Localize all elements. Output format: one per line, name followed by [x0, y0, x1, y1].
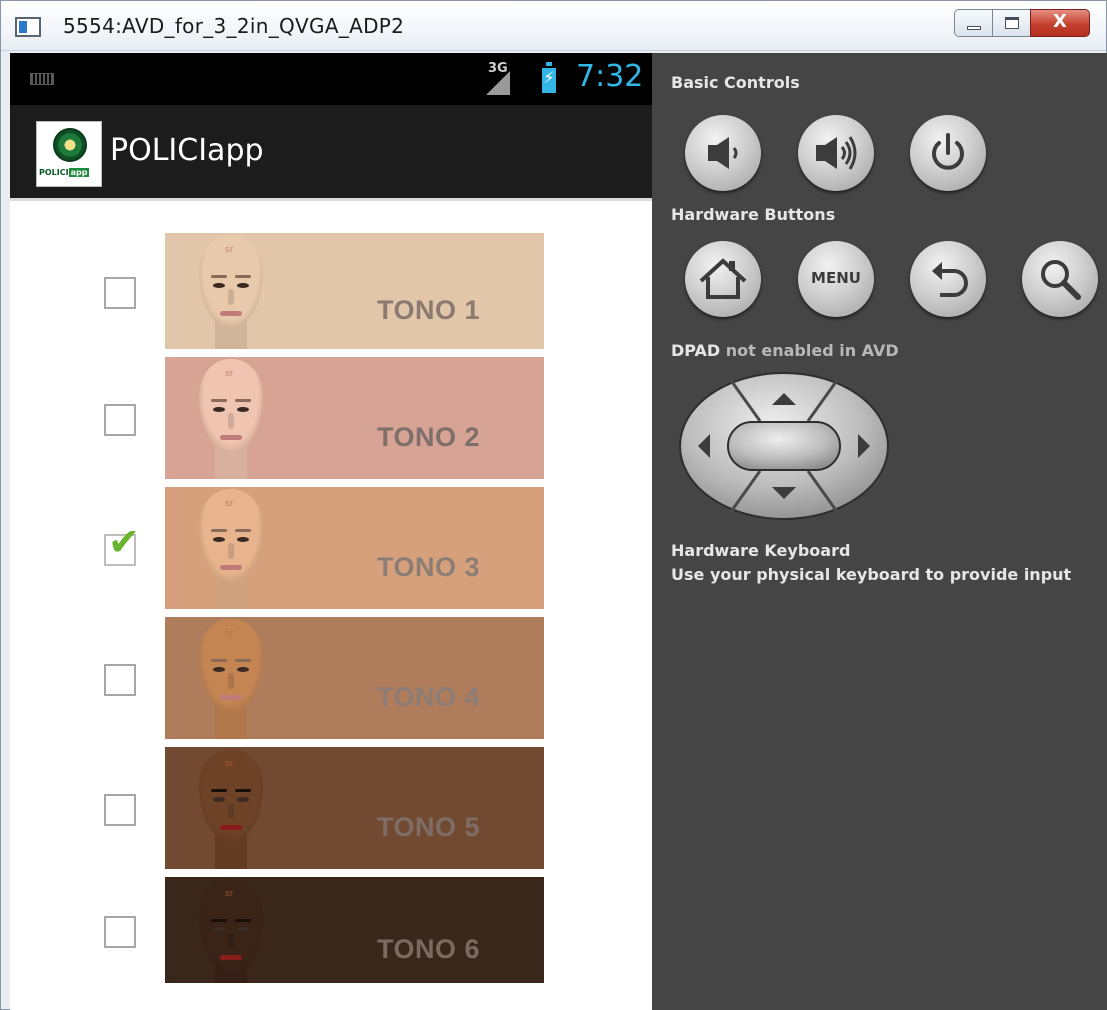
status-bar: 3G ⚡ 7:32: [10, 53, 652, 105]
action-bar: POLICI app POLICIapp: [10, 105, 652, 201]
back-icon: [932, 262, 968, 297]
home-button[interactable]: [685, 241, 761, 317]
app-logo-icon[interactable]: POLICI app: [36, 121, 102, 187]
tone-swatch[interactable]: sr TONO 5: [165, 747, 544, 869]
power-button[interactable]: [910, 115, 986, 191]
tone-row[interactable]: sr TONO 5: [10, 747, 652, 869]
window-app-icon: [15, 17, 41, 37]
window-buttons: X: [954, 9, 1090, 39]
tone-label: TONO 1: [377, 295, 481, 325]
tone-checkbox[interactable]: ✔: [104, 522, 140, 566]
signal-icon: [486, 71, 510, 95]
search-icon: [1041, 260, 1081, 300]
tone-row[interactable]: sr TONO 4: [10, 617, 652, 739]
volume-down-icon: [708, 137, 738, 169]
tone-label: TONO 5: [377, 812, 481, 842]
maximize-icon: [1005, 17, 1019, 29]
tone-row[interactable]: ✔ sr TONO 3: [10, 487, 652, 609]
face-image: sr: [195, 747, 267, 869]
status-clock: 7:32: [576, 59, 644, 94]
dpad-label: DPAD not enabled in AVD: [671, 341, 899, 360]
tone-swatch[interactable]: sr TONO 6: [165, 877, 544, 983]
tone-checkbox[interactable]: [104, 277, 136, 309]
charging-icon: ⚡: [543, 68, 555, 87]
checkmark-icon: ✔: [108, 520, 140, 564]
back-button[interactable]: [910, 241, 986, 317]
hardware-buttons-label: Hardware Buttons: [671, 205, 836, 224]
tone-row[interactable]: sr TONO 1: [10, 233, 652, 349]
power-icon: [932, 133, 964, 170]
minimize-icon: [967, 26, 981, 30]
window-title: 5554:AVD_for_3_2in_QVGA_ADP2: [63, 14, 405, 38]
menu-button-label: MENU: [811, 269, 861, 287]
tone-checkbox[interactable]: [104, 794, 136, 826]
face-image: sr: [195, 233, 267, 349]
tone-row[interactable]: sr TONO 2: [10, 357, 652, 479]
tone-swatch[interactable]: sr TONO 2: [165, 357, 544, 479]
tone-checkbox[interactable]: [104, 916, 136, 948]
face-image: sr: [195, 357, 267, 479]
volume-up-button[interactable]: [798, 115, 874, 191]
tone-checkbox[interactable]: [104, 404, 136, 436]
tone-swatch[interactable]: sr TONO 4: [165, 617, 544, 739]
tone-label: TONO 6: [377, 934, 481, 964]
emulator-controls-panel: Basic Controls Hardware Buttons MENU DPA…: [652, 53, 1107, 1010]
maximize-button[interactable]: [992, 9, 1030, 37]
dpad-control: [679, 372, 889, 520]
emulator-window: 5554:AVD_for_3_2in_QVGA_ADP2 X 3G ⚡ 7:32: [0, 0, 1107, 1010]
tone-label: TONO 4: [377, 682, 481, 712]
tone-checkbox[interactable]: [104, 664, 136, 696]
window-titlebar[interactable]: 5554:AVD_for_3_2in_QVGA_ADP2 X: [1, 1, 1106, 51]
face-image: sr: [195, 487, 267, 609]
app-title: POLICIapp: [110, 133, 264, 168]
face-image: sr: [195, 877, 267, 983]
close-icon: X: [1053, 11, 1067, 32]
keyboard-hint: Use your physical keyboard to provide in…: [671, 565, 1072, 584]
volume-up-icon: [816, 136, 857, 170]
basic-controls-label: Basic Controls: [671, 73, 800, 92]
tone-label: TONO 3: [377, 552, 481, 582]
close-button[interactable]: X: [1030, 9, 1090, 37]
search-button[interactable]: [1022, 241, 1098, 317]
police-seal-icon: [53, 128, 87, 162]
dpad-center-button: [727, 421, 841, 471]
tone-row[interactable]: sr TONO 6: [10, 877, 652, 983]
tone-swatch[interactable]: sr TONO 3: [165, 487, 544, 609]
logo-text: POLICI app: [39, 168, 90, 177]
keyboard-title: Hardware Keyboard: [671, 541, 851, 560]
tone-label: TONO 2: [377, 422, 481, 452]
home-icon: [699, 258, 747, 299]
volume-down-button[interactable]: [685, 115, 761, 191]
keyboard-notification-icon: [30, 73, 54, 85]
menu-button[interactable]: MENU: [798, 241, 874, 317]
minimize-button[interactable]: [954, 9, 992, 37]
tone-swatch[interactable]: sr TONO 1: [165, 233, 544, 349]
face-image: sr: [195, 617, 267, 739]
device-screen[interactable]: 3G ⚡ 7:32 POLICI app POLICIapp sr TONO 1 sr…: [10, 53, 652, 1010]
